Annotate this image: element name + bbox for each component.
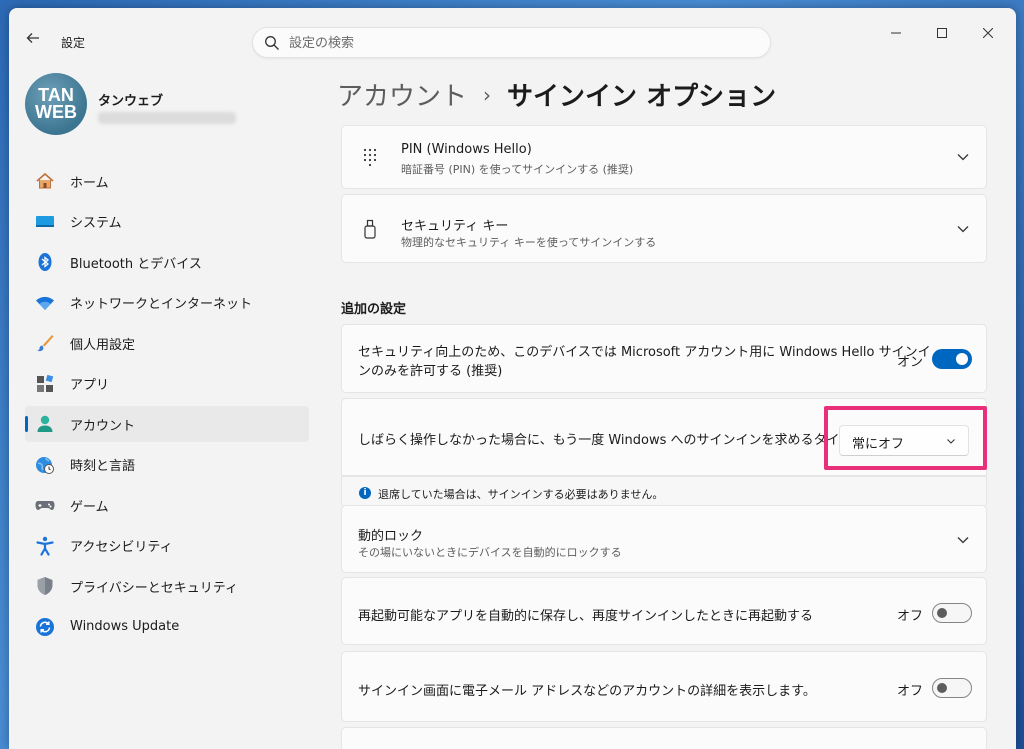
accessibility-icon	[35, 536, 55, 556]
info-text: 退席していた場合は、サインインする必要はありません。	[378, 488, 664, 501]
sidebar-item-label: ネットワークとインターネット	[70, 297, 253, 312]
gamepad-icon	[35, 495, 55, 515]
sidebar-item-gaming[interactable]: ゲーム	[25, 487, 309, 523]
info-icon: i	[359, 487, 371, 499]
show-details-toggle[interactable]	[932, 678, 972, 698]
pin-subtitle: 暗証番号 (PIN) を使ってサインインする (推奨)	[401, 163, 634, 176]
sidebar-item-personalization[interactable]: 個人用設定	[25, 325, 309, 361]
pin-title: PIN (Windows Hello)	[401, 142, 532, 157]
maximize-button[interactable]	[919, 22, 965, 46]
sidebar-item-label: Windows Update	[70, 619, 180, 634]
sidebar-item-label: アプリ	[70, 378, 110, 393]
sidebar-item-label: 個人用設定	[70, 337, 136, 353]
chevron-down-icon	[957, 154, 969, 161]
sidebar-item-system[interactable]: システム	[25, 204, 309, 240]
security-key-title: セキュリティ キー	[401, 219, 509, 234]
sidebar-item-accessibility[interactable]: アクセシビリティ	[25, 528, 309, 564]
toggle-state-label: オン	[897, 355, 924, 370]
sidebar-item-label: ゲーム	[70, 499, 109, 515]
system-icon	[35, 212, 55, 232]
sidebar-item-label: ホーム	[70, 175, 109, 191]
sidebar-item-label: アクセシビリティ	[70, 540, 173, 555]
sidebar-item-privacy-security[interactable]: プライバシーとセキュリティ	[25, 568, 309, 604]
hello-only-text: セキュリティ向上のため、このデバイスでは Microsoft アカウント用に W…	[358, 343, 931, 381]
info-strip: i 退席していた場合は、サインインする必要はありません。	[341, 476, 987, 508]
show-details-card: サインイン画面に電子メール アドレスなどのアカウントの詳細を表示します。 オフ	[341, 651, 987, 722]
settings-window: 設定 TAN WEB タンウェブ ホーム	[9, 8, 1016, 749]
sidebar-nav: ホーム システム Bluetooth とデバイス ネットワークとインターネット …	[25, 163, 309, 649]
toggle-state-label: オフ	[897, 609, 924, 624]
sidebar-item-label: 時刻と言語	[70, 459, 136, 474]
page-title: サインイン オプション	[507, 82, 777, 112]
search-box[interactable]	[252, 27, 771, 58]
title-bar: 設定	[9, 8, 1016, 58]
section-title: 追加の設定	[341, 302, 407, 317]
wifi-icon	[35, 293, 55, 313]
sidebar-item-time-language[interactable]: 時刻と言語	[25, 447, 309, 483]
toggle-knob	[937, 683, 947, 693]
restart-apps-toggle[interactable]	[932, 603, 972, 623]
restart-apps-card: 再起動可能なアプリを自動的に保存し、再度サインインしたときに再起動する オフ	[341, 577, 987, 645]
minimize-button[interactable]	[873, 22, 919, 46]
dynamic-lock-title: 動的ロック	[358, 529, 424, 544]
dynamic-lock-card[interactable]: 動的ロック その場にいないときにデバイスを自動的にロックする	[341, 505, 987, 573]
close-icon	[982, 27, 994, 39]
toggle-knob	[956, 353, 968, 365]
highlight-box	[824, 406, 987, 470]
back-arrow-icon	[26, 33, 39, 43]
user-name: タンウェブ	[98, 94, 164, 109]
account-icon	[35, 414, 55, 434]
minimize-icon	[891, 32, 901, 34]
dynamic-lock-subtitle: その場にいないときにデバイスを自動的にロックする	[358, 546, 622, 559]
pin-card[interactable]: PIN (Windows Hello) 暗証番号 (PIN) を使ってサインイン…	[341, 125, 987, 189]
update-icon	[35, 617, 55, 637]
sidebar-item-label: プライバシーとセキュリティ	[70, 580, 238, 596]
sidebar-item-accounts[interactable]: アカウント	[25, 406, 309, 442]
sidebar-item-apps[interactable]: アプリ	[25, 366, 309, 402]
restart-apps-text: 再起動可能なアプリを自動的に保存し、再度サインインしたときに再起動する	[358, 609, 814, 624]
search-input[interactable]	[289, 33, 749, 53]
next-card-partial	[341, 727, 987, 749]
sidebar-item-bluetooth[interactable]: Bluetooth とデバイス	[25, 244, 309, 280]
maximize-icon	[937, 28, 947, 38]
avatar-text-line2: WEB	[35, 102, 77, 122]
search-icon	[265, 36, 279, 50]
hello-only-card: セキュリティ向上のため、このデバイスでは Microsoft アカウント用に W…	[341, 324, 987, 393]
back-button[interactable]	[23, 30, 43, 50]
keypad-icon	[363, 148, 377, 167]
chevron-down-icon	[957, 226, 969, 233]
avatar[interactable]: TAN WEB	[25, 73, 87, 135]
sidebar-item-label: Bluetooth とデバイス	[70, 256, 202, 272]
sidebar-item-label: アカウント	[70, 418, 136, 434]
sidebar-item-windows-update[interactable]: Windows Update	[25, 609, 309, 645]
hello-only-text-line1: セキュリティ向上のため、このデバイスでは Microsoft アカウント用に W…	[358, 345, 931, 360]
sidebar-item-label: システム	[70, 216, 122, 231]
sidebar-item-home[interactable]: ホーム	[25, 163, 309, 199]
show-details-text: サインイン画面に電子メール アドレスなどのアカウントの詳細を表示します。	[358, 684, 816, 699]
breadcrumb-parent[interactable]: アカウント	[337, 76, 467, 113]
time-language-icon	[35, 455, 55, 475]
home-icon	[35, 171, 55, 191]
security-key-icon	[364, 219, 376, 239]
apps-icon	[35, 374, 55, 394]
security-key-subtitle: 物理的なセキュリティ キーを使ってサインインする	[401, 236, 657, 249]
bluetooth-icon	[35, 252, 55, 272]
toggle-knob	[937, 608, 947, 618]
hello-only-toggle[interactable]	[932, 349, 972, 369]
chevron-down-icon	[957, 537, 969, 544]
breadcrumb-separator: ›	[483, 82, 492, 107]
shield-icon	[35, 576, 55, 596]
hello-only-text-line2: ンのみを許可する (推奨)	[358, 364, 503, 379]
app-title: 設定	[61, 36, 86, 50]
sidebar-item-network[interactable]: ネットワークとインターネット	[25, 285, 309, 321]
user-email-blurred	[98, 112, 236, 124]
toggle-state-label: オフ	[897, 684, 924, 699]
brush-icon	[35, 333, 55, 353]
breadcrumb: アカウント › サインイン オプション	[337, 76, 776, 113]
security-key-card[interactable]: セキュリティ キー 物理的なセキュリティ キーを使ってサインインする	[341, 194, 987, 263]
close-button[interactable]	[965, 22, 1011, 46]
signin-timing-text: しばらく操作しなかった場合に、もう一度 Windows へのサインインを求めるタ…	[358, 433, 879, 448]
